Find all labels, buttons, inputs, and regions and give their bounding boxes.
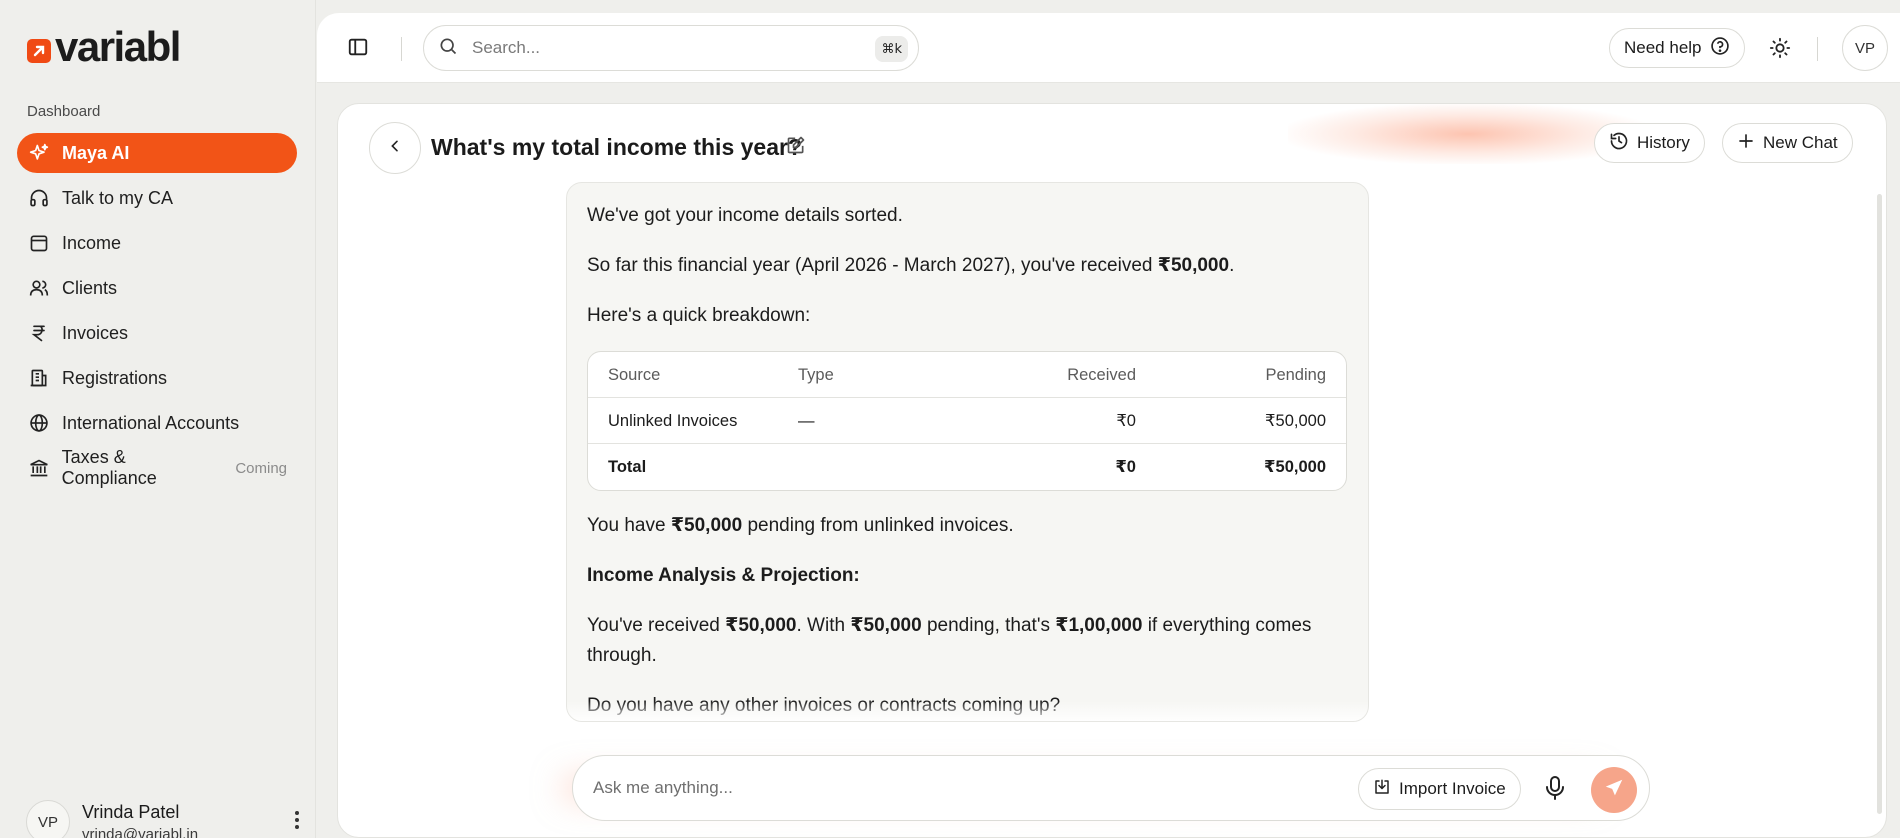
- need-help-label: Need help: [1624, 38, 1702, 57]
- sidebar-item-label: Income: [62, 232, 122, 253]
- message-paragraph: We've got your income details sorted.: [587, 205, 903, 226]
- bank-icon: [28, 457, 50, 479]
- top-avatar[interactable]: VP: [1842, 25, 1888, 71]
- income-breakdown-table: Source Type Received Pending Unlinked In…: [587, 351, 1347, 491]
- import-icon: [1373, 778, 1391, 801]
- wallet-icon: [28, 232, 50, 254]
- edit-title-icon[interactable]: [786, 135, 808, 157]
- sidebar-item-registrations[interactable]: Registrations: [17, 358, 297, 398]
- more-vertical-icon[interactable]: [294, 810, 300, 834]
- message-paragraph: Here's a quick breakdown:: [587, 305, 811, 326]
- search-input[interactable]: [472, 38, 852, 58]
- sidebar-item-label: Invoices: [62, 322, 129, 343]
- chat-input[interactable]: [593, 778, 1353, 798]
- decorative-glow: [1288, 104, 1648, 164]
- globe-icon: [28, 412, 50, 434]
- top-bar: ⌘k Need help VP: [317, 13, 1900, 83]
- table-header-cell: Source: [608, 365, 661, 384]
- sidebar-toggle-icon[interactable]: [347, 36, 373, 62]
- user-name: Vrinda Patel: [82, 801, 180, 822]
- user-profile[interactable]: VP Vrinda Patel vrinda@variabl.in: [26, 798, 300, 838]
- logo[interactable]: variabl: [27, 23, 181, 70]
- shortcut-badge: ⌘k: [875, 36, 908, 62]
- table-header-row: Source Type Received Pending: [588, 352, 1346, 398]
- theme-toggle-sun-icon[interactable]: [1769, 37, 1793, 61]
- table-cell: Unlinked Invoices: [608, 411, 738, 430]
- headphones-icon: [28, 187, 50, 209]
- send-button[interactable]: [1591, 767, 1637, 813]
- need-help-button[interactable]: Need help: [1609, 28, 1745, 68]
- scrollbar[interactable]: [1877, 194, 1882, 814]
- avatar: VP: [26, 800, 70, 838]
- microphone-icon[interactable]: [1543, 775, 1571, 803]
- chat-title: What's my total income this year?: [431, 134, 802, 160]
- divider: [1817, 37, 1818, 61]
- back-button[interactable]: [369, 122, 421, 174]
- logo-mark-icon: [27, 39, 51, 63]
- sidebar-item-label: Registrations: [62, 367, 168, 388]
- search-icon: [438, 36, 458, 61]
- import-invoice-button[interactable]: Import Invoice: [1358, 768, 1521, 810]
- sparkles-icon: [28, 142, 50, 164]
- sidebar-item-maya-ai[interactable]: Maya AI: [17, 133, 297, 173]
- sidebar-nav: Maya AI Talk to my CA Income Clients Inv…: [17, 133, 297, 493]
- sidebar-item-label: Taxes & Compliance: [61, 447, 157, 488]
- chat-panel: What's my total income this year? Histor…: [337, 103, 1887, 838]
- scroll-fade: [567, 701, 1368, 721]
- sidebar-item-taxes-compliance[interactable]: Taxes & Compliance Coming: [17, 447, 297, 488]
- history-label: History: [1637, 133, 1690, 152]
- message-paragraph: You have ₹50,000 pending from unlinked i…: [587, 515, 1014, 536]
- user-email: vrinda@variabl.in: [82, 825, 199, 838]
- logo-text: variabl: [55, 23, 181, 70]
- chat-input-bar[interactable]: Import Invoice: [572, 755, 1650, 821]
- sidebar-item-clients[interactable]: Clients: [17, 268, 297, 308]
- history-button[interactable]: History: [1594, 123, 1705, 163]
- table-header-cell: Received: [1067, 365, 1136, 384]
- sidebar-item-label: International Accounts: [62, 412, 240, 433]
- message-paragraph: You've received ₹50,000. With ₹50,000 pe…: [587, 615, 1312, 666]
- table-total-row: Total ₹0 ₹50,000: [588, 444, 1346, 490]
- table-cell: ₹0: [1115, 458, 1136, 476]
- send-icon: [1603, 777, 1625, 804]
- sidebar-item-international-accounts[interactable]: International Accounts: [17, 403, 297, 443]
- building-icon: [28, 367, 50, 389]
- sidebar-item-label: Talk to my CA: [62, 187, 174, 208]
- message-paragraph: So far this financial year (April 2026 -…: [587, 255, 1235, 276]
- new-chat-label: New Chat: [1763, 133, 1838, 152]
- import-invoice-label: Import Invoice: [1399, 779, 1506, 798]
- sidebar-item-talk-to-ca[interactable]: Talk to my CA: [17, 178, 297, 218]
- history-icon: [1609, 131, 1629, 156]
- message-heading: Income Analysis & Projection:: [587, 565, 860, 586]
- plus-icon: [1737, 132, 1755, 155]
- search-bar[interactable]: ⌘k: [423, 25, 919, 71]
- rupee-icon: [28, 322, 50, 344]
- table-row: Unlinked Invoices — ₹0 ₹50,000: [588, 398, 1346, 444]
- table-header-cell: Type: [798, 365, 834, 384]
- table-cell: —: [798, 411, 815, 430]
- assistant-message: We've got your income details sorted. So…: [566, 182, 1369, 722]
- users-icon: [28, 277, 50, 299]
- sidebar: variabl Dashboard Maya AI Talk to my CA …: [0, 0, 316, 838]
- sidebar-item-label: Clients: [62, 277, 118, 298]
- table-header-cell: Pending: [1265, 365, 1326, 384]
- chevron-left-icon: [387, 138, 403, 159]
- sidebar-item-label: Maya AI: [62, 142, 130, 163]
- new-chat-button[interactable]: New Chat: [1722, 123, 1853, 163]
- sidebar-item-invoices[interactable]: Invoices: [17, 313, 297, 353]
- question-circle-icon: [1710, 36, 1730, 61]
- section-label-dashboard: Dashboard: [27, 103, 101, 120]
- table-cell: ₹50,000: [1264, 458, 1326, 476]
- table-cell: ₹50,000: [1265, 411, 1326, 430]
- coming-badge: Coming: [235, 459, 287, 477]
- table-cell: ₹0: [1116, 411, 1136, 430]
- divider: [401, 37, 402, 61]
- table-cell: Total: [608, 458, 647, 476]
- sidebar-item-income[interactable]: Income: [17, 223, 297, 263]
